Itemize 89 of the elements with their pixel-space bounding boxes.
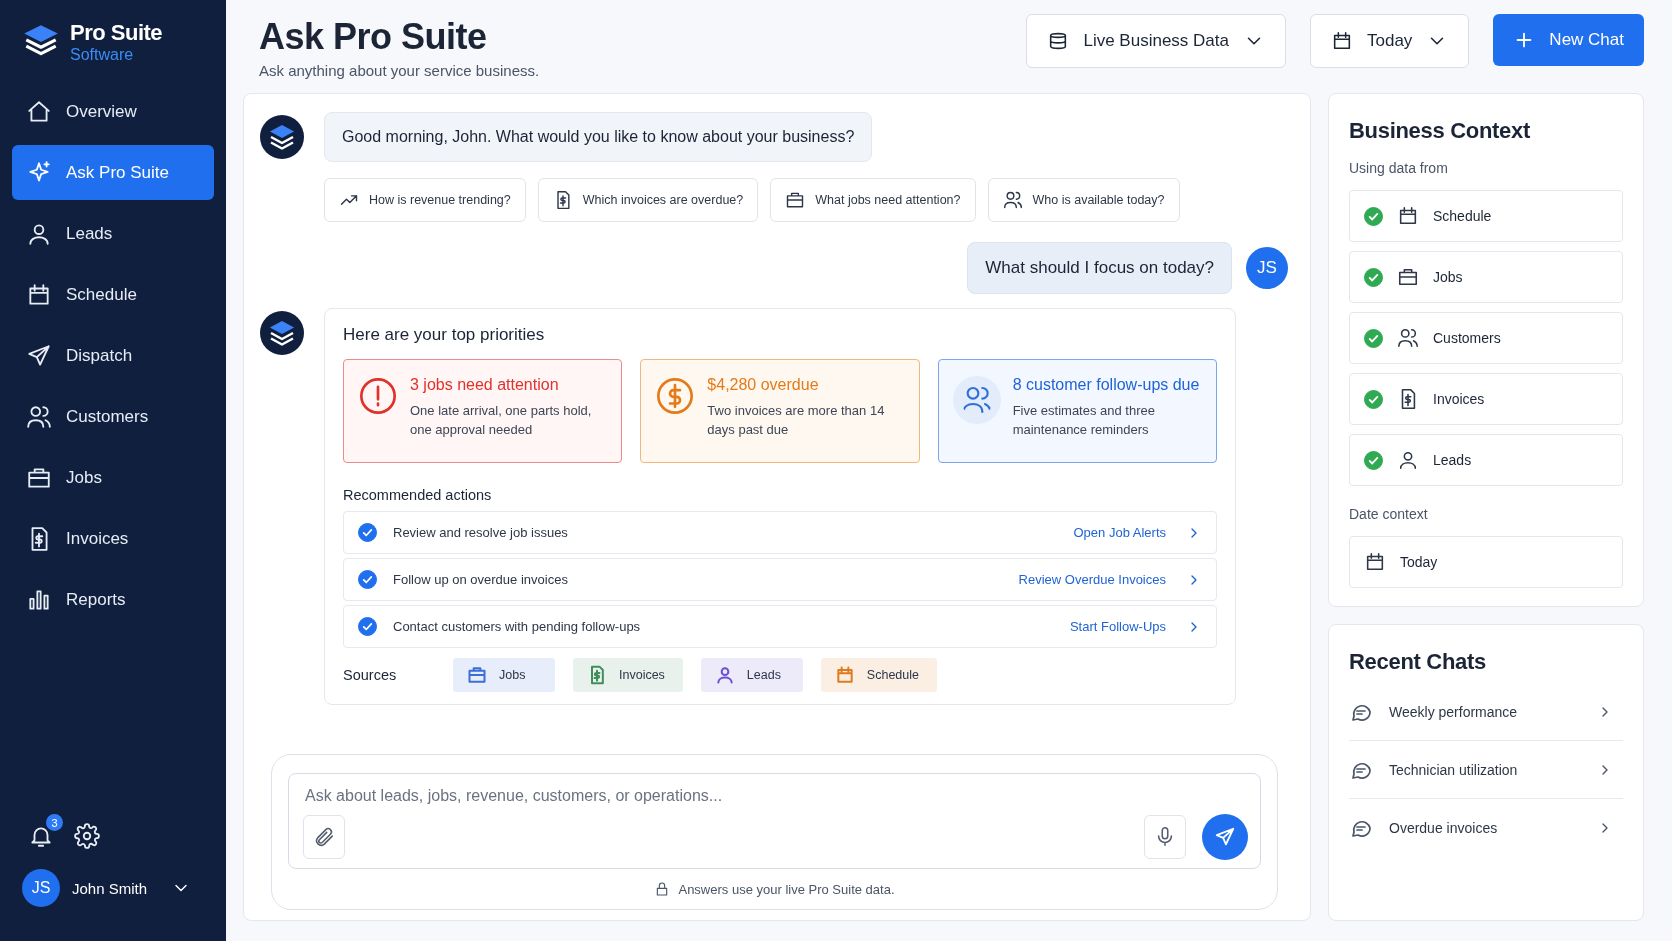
panel-title: Recent Chats: [1349, 649, 1487, 675]
priority-card[interactable]: $4,280 overdue Two invoices are more than 14 days past due: [640, 359, 920, 463]
page-subtitle: Ask anything about your service business.: [259, 62, 541, 79]
sources-label: Sources: [343, 667, 398, 683]
user-avatar: JS: [22, 869, 60, 907]
microphone-button[interactable]: [1144, 815, 1186, 859]
user-message: What should I focus on today?: [967, 242, 1232, 294]
suggestion-chip[interactable]: How is revenue trending?: [324, 178, 526, 222]
nav-item[interactable]: Jobs: [12, 450, 214, 505]
panel-title: Business Context: [1349, 118, 1532, 144]
composer-note: Answers use your live Pro Suite data.: [678, 881, 895, 897]
suggestion-chip[interactable]: What jobs need attention?: [770, 178, 976, 222]
data-source-label: Jobs: [1433, 269, 1463, 285]
nav-item[interactable]: Invoices: [12, 511, 214, 566]
priority-title: 8 customer follow-ups due: [1012, 376, 1201, 394]
brand-name: Pro Suite: [70, 20, 163, 46]
section-heading: Recommended actions: [343, 487, 493, 503]
nav-item[interactable]: Customers: [12, 389, 214, 444]
data-source-label: Leads: [1433, 452, 1472, 468]
source-chip[interactable]: Schedule: [820, 658, 937, 692]
people-icon: [26, 403, 52, 430]
send-button[interactable]: [1202, 814, 1248, 860]
section-label: Using data from: [1349, 160, 1449, 176]
recent-chat-item[interactable]: Overdue invoices: [1349, 799, 1623, 856]
data-source-item[interactable]: Invoices: [1349, 373, 1623, 425]
action-link[interactable]: Open Job Alerts: [1073, 525, 1166, 540]
people-icon: [1397, 327, 1419, 349]
user-name: John Smith: [72, 879, 148, 897]
source-chip[interactable]: Invoices: [573, 658, 683, 692]
notification-badge: 3: [46, 814, 63, 831]
data-source-dropdown[interactable]: Live Business Data: [1026, 14, 1286, 68]
attach-button[interactable]: [303, 815, 345, 859]
action-text: Follow up on overdue invoices: [393, 572, 569, 587]
source-chip[interactable]: Leads: [700, 658, 803, 692]
date-value: Today: [1400, 554, 1438, 570]
user-avatar: JS: [1246, 247, 1288, 289]
settings-icon[interactable]: [74, 823, 100, 849]
nav-item[interactable]: Overview: [12, 84, 214, 139]
priority-description: Five estimates and three maintenance reminders: [1012, 402, 1156, 439]
nav-item[interactable]: Dispatch: [12, 328, 214, 383]
priority-description: Two invoices are more than 14 days past due: [707, 402, 886, 439]
calendar-icon: [1364, 551, 1386, 573]
date-dropdown[interactable]: Today: [1310, 14, 1470, 68]
nav-item[interactable]: Leads: [12, 206, 214, 261]
priority-card[interactable]: 3 jobs need attention One late arrival, one parts hold, one approval needed: [343, 359, 623, 463]
priority-title: $4,280 overdue: [707, 376, 820, 394]
calendar-icon: [1397, 205, 1419, 227]
action-text: Review and resolve job issues: [393, 525, 569, 540]
data-source-item[interactable]: Schedule: [1349, 190, 1623, 242]
briefcase-icon: [785, 190, 806, 210]
nav-item[interactable]: Schedule: [12, 267, 214, 322]
source-chip[interactable]: Jobs: [453, 658, 555, 692]
home-icon: [26, 98, 52, 125]
page-title: Ask Pro Suite: [259, 16, 488, 58]
recent-chat-item[interactable]: Technician utilization: [1349, 741, 1623, 799]
briefcase-icon: [1397, 266, 1419, 288]
priority-title: 3 jobs need attention: [410, 376, 560, 394]
priority-description: One late arrival, one parts hold, one approval needed: [410, 402, 593, 439]
action-text: Contact customers with pending follow-ups: [393, 619, 642, 634]
action-link[interactable]: Review Overdue Invoices: [1018, 572, 1166, 587]
suggestion-chip[interactable]: Which invoices are overdue?: [537, 178, 759, 222]
data-source-label: Schedule: [1433, 208, 1492, 224]
assistant-avatar-icon: [260, 311, 304, 355]
message-input[interactable]: Ask about leads, jobs, revenue, customers, or operations...: [303, 786, 1248, 806]
new-chat-button[interactable]: New Chat: [1493, 14, 1644, 66]
data-source-item[interactable]: Customers: [1349, 312, 1623, 364]
data-source-label: Customers: [1433, 330, 1501, 346]
nav-item[interactable]: Reports: [12, 572, 214, 627]
data-source-item[interactable]: Jobs: [1349, 251, 1623, 303]
assistant-message: Good morning, John. What would you like to know about your business?: [324, 112, 873, 162]
date-field[interactable]: Today: [1349, 536, 1623, 588]
brand-tagline: Software: [70, 46, 135, 64]
assistant-avatar-icon: [260, 115, 304, 159]
data-source-label: Invoices: [1433, 391, 1485, 407]
section-label: Date context: [1349, 506, 1429, 522]
person-icon: [1397, 449, 1419, 471]
people-icon: [1002, 190, 1023, 210]
calendar-icon: [1331, 30, 1353, 52]
paper-plane-icon: [1214, 826, 1236, 848]
priority-card[interactable]: 8 customer follow-ups due Five estimates and three maintenance reminders: [937, 359, 1217, 463]
nav-item[interactable]: Ask Pro Suite: [12, 145, 214, 200]
paperclip-icon: [313, 826, 335, 848]
calendar-icon: [26, 281, 52, 308]
recent-chat-item[interactable]: Weekly performance: [1349, 683, 1623, 741]
data-source-item[interactable]: Leads: [1349, 434, 1623, 486]
action-link[interactable]: Start Follow-Ups: [1069, 619, 1166, 634]
people-icon: [952, 376, 1001, 424]
suggestion-chip[interactable]: Who is available today?: [987, 178, 1180, 222]
answer-title: Here are your top priorities: [343, 325, 546, 345]
